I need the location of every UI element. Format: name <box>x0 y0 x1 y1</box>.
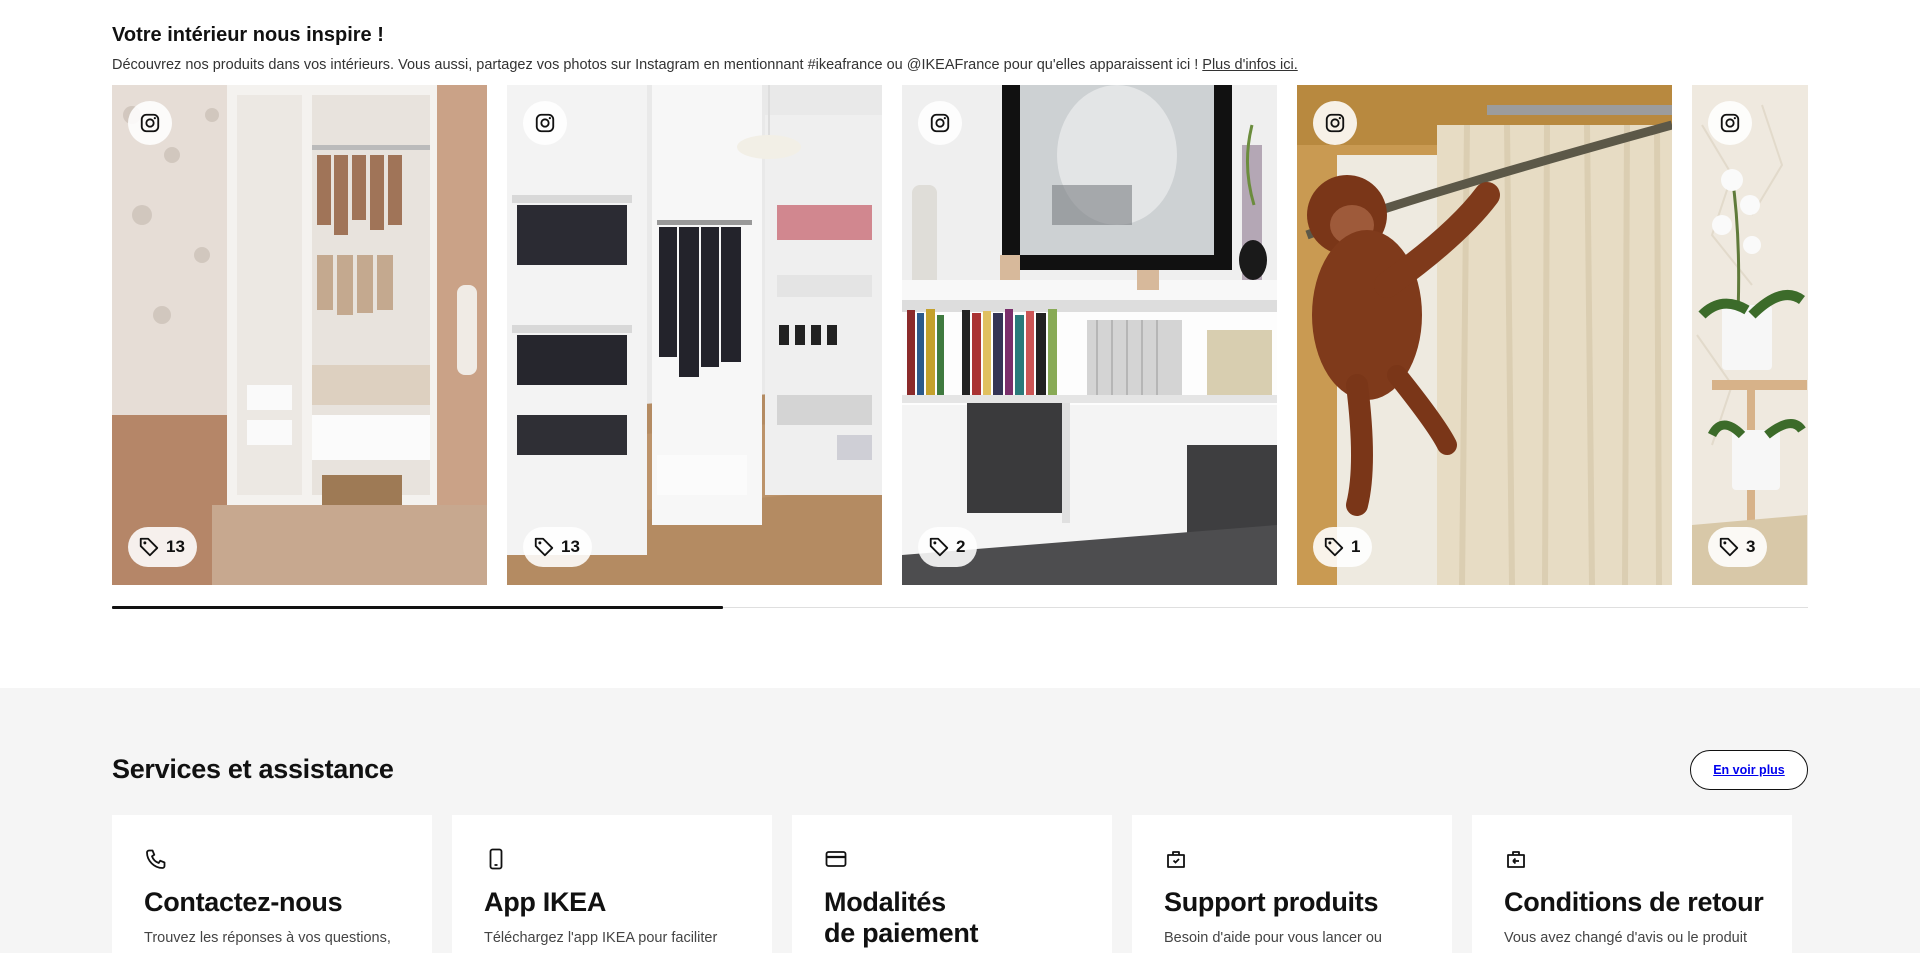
tag-count: 1 <box>1351 537 1361 556</box>
instagram-button[interactable] <box>523 101 567 145</box>
return-icon <box>1507 851 1525 868</box>
support-box-icon <box>1167 851 1185 868</box>
gallery-photo-closet[interactable] <box>507 85 882 585</box>
instagram-button[interactable] <box>1708 101 1752 145</box>
gallery-card[interactable]: 2 <box>902 85 1277 585</box>
service-card-payment[interactable]: Modalités de paiement <box>792 815 1112 955</box>
gallery-card[interactable]: 13 <box>507 85 882 585</box>
tag-icon <box>1324 537 1344 557</box>
instagram-button[interactable] <box>918 101 962 145</box>
service-card-title-line2: de paiement <box>824 918 979 948</box>
services-section: Services et assistance En voir plus Cont… <box>0 688 1920 955</box>
service-card-title: Conditions de retour <box>1504 887 1764 917</box>
product-tag-count[interactable]: 13 <box>128 527 197 567</box>
gallery-photo-orangutan[interactable] <box>1297 85 1672 585</box>
service-card-text: Trouvez les réponses à vos questions, <box>144 930 391 946</box>
services-title: Services et assistance <box>112 754 394 784</box>
tag-count: 13 <box>561 537 580 556</box>
instagram-button[interactable] <box>1313 101 1357 145</box>
service-card-title: Support produits <box>1164 887 1379 917</box>
gallery-card[interactable]: 1 <box>1297 85 1672 585</box>
instagram-icon <box>535 113 555 133</box>
service-card-title: App IKEA <box>484 887 607 917</box>
phone-icon <box>146 849 166 869</box>
service-card-returns[interactable]: Conditions de retour Vous avez changé d'… <box>1472 815 1792 955</box>
product-tag-count[interactable]: 1 <box>1313 527 1373 567</box>
service-card-title-line1: Modalités <box>824 887 946 917</box>
service-card-app[interactable]: App IKEA Téléchargez l'app IKEA pour fac… <box>452 815 772 955</box>
instagram-icon <box>930 113 950 133</box>
gallery-card[interactable]: 3 <box>1692 85 1808 585</box>
service-card-text: Téléchargez l'app IKEA pour faciliter <box>484 930 718 946</box>
tag-count: 3 <box>1746 537 1756 556</box>
credit-card-icon <box>825 851 847 867</box>
product-tag-count[interactable]: 13 <box>523 527 592 567</box>
gallery-photo-wardrobe[interactable] <box>112 85 487 585</box>
product-tag-count[interactable]: 2 <box>918 527 978 567</box>
inspiration-description-text: Découvrez nos produits dans vos intérieu… <box>112 57 1199 73</box>
tag-icon <box>929 537 949 557</box>
service-card-title: Modalités de paiement <box>824 887 979 949</box>
inspiration-section: Votre intérieur nous inspire ! Découvrez… <box>112 0 1808 688</box>
instagram-gallery[interactable]: 13 13 2 1 3 <box>112 85 1808 585</box>
gallery-card[interactable]: 13 <box>112 85 487 585</box>
instagram-icon <box>140 113 160 133</box>
see-more-button[interactable]: En voir plus <box>1690 750 1808 790</box>
service-card-text: Vous avez changé d'avis ou le produit <box>1504 930 1747 946</box>
gallery-scrollbar[interactable] <box>112 606 1808 609</box>
gallery-scrollbar-thumb[interactable] <box>112 606 723 609</box>
gallery-photo-shelf[interactable] <box>902 85 1277 585</box>
tag-icon <box>139 537 159 557</box>
instagram-icon <box>1325 113 1345 133</box>
service-card-support[interactable]: Support produits Besoin d'aide pour vous… <box>1132 815 1452 955</box>
gallery-photo-orchid[interactable] <box>1692 85 1808 585</box>
service-card-text: Besoin d'aide pour vous lancer ou <box>1164 930 1382 946</box>
tag-count: 13 <box>166 537 185 556</box>
instagram-button[interactable] <box>128 101 172 145</box>
inspiration-title: Votre intérieur nous inspire ! <box>112 24 384 46</box>
more-info-link[interactable]: Plus d'infos ici. <box>1202 57 1297 73</box>
product-tag-count[interactable]: 3 <box>1708 527 1768 567</box>
mobile-phone-icon <box>489 848 503 870</box>
inspiration-description: Découvrez nos produits dans vos intérieu… <box>112 57 1298 73</box>
service-card-contact[interactable]: Contactez-nous Trouvez les réponses à vo… <box>112 815 432 955</box>
tag-count: 2 <box>956 537 966 556</box>
tag-icon <box>1719 537 1739 557</box>
tag-icon <box>534 537 554 557</box>
service-card-title: Contactez-nous <box>144 887 343 917</box>
instagram-icon <box>1720 113 1740 133</box>
